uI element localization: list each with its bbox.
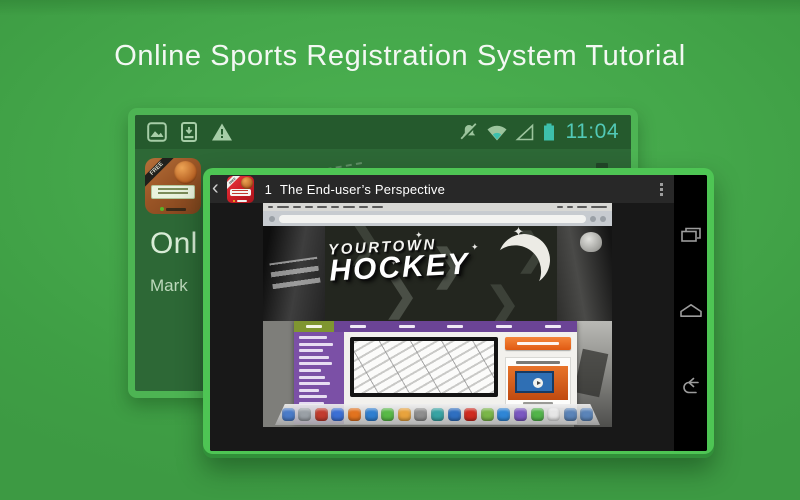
- icon-brand-row: [145, 207, 201, 211]
- video-ad-box: [505, 357, 571, 409]
- dock-app-icon: [497, 408, 511, 421]
- dock-app-icon: [364, 408, 378, 421]
- site-tab: [480, 321, 529, 332]
- dock-app-icon: [298, 408, 312, 421]
- icon-brand-row: [227, 199, 254, 202]
- dock-app-icon: [513, 408, 527, 421]
- signal-icon: [514, 123, 533, 141]
- back-caret-icon[interactable]: ‹: [212, 178, 219, 198]
- mac-menu-bar: [263, 203, 612, 211]
- ad-play-icon: [533, 378, 543, 388]
- dock-app-icon: [464, 408, 478, 421]
- site-tab-home: [294, 321, 334, 332]
- action-bar: ‹ FREE 1 The End-user’s Perspective: [210, 175, 674, 203]
- front-phone-frame: ‹ FREE 1 The End-user’s Perspective ❯ ❯ …: [203, 168, 714, 458]
- recents-button[interactable]: [680, 227, 702, 244]
- site-tab: [334, 321, 383, 332]
- website-banner: ❯ ❯ ❯ ❯ ❯ ✦ ✦ ✦ ✦ YOURTOWN HOCKEY: [263, 226, 612, 321]
- lesson-title: The End-user’s Perspective: [279, 181, 446, 197]
- page-title: Online Sports Registration System Tutori…: [114, 40, 686, 72]
- site-tab: [383, 321, 432, 332]
- warning-icon: [212, 123, 232, 141]
- dock-app-icon: [547, 408, 561, 421]
- site-tab: [431, 321, 480, 332]
- video-player-area: ❯ ❯ ❯ ❯ ❯ ✦ ✦ ✦ ✦ YOURTOWN HOCKEY: [210, 203, 674, 451]
- dock-app-icon: [563, 408, 577, 421]
- lesson-number: 1: [264, 181, 272, 197]
- app-icon: FREE: [226, 175, 254, 203]
- back-status-bar: 11:04: [135, 115, 631, 149]
- dock-app-icon: [480, 408, 494, 421]
- dock-app-icon: [381, 408, 395, 421]
- hockey-player-photo-right: [557, 226, 612, 321]
- dock-app-icon: [348, 408, 362, 421]
- dock-app-icon: [397, 408, 411, 421]
- status-clock: 11:04: [565, 120, 619, 143]
- site-nav-bar: [294, 321, 577, 332]
- dock-app-icon: [580, 408, 594, 421]
- dock-app-icon: [414, 408, 428, 421]
- basketball-icon: [240, 176, 253, 189]
- banner-pattern-chevron: ❯: [485, 279, 521, 322]
- app-store-listing-icon: FREE: [145, 158, 201, 214]
- wifi-icon: [487, 125, 506, 141]
- banner-star: ✦: [471, 242, 479, 252]
- basketball-icon: [174, 161, 197, 184]
- dock-app-icon: [331, 408, 345, 421]
- hockey-player-photo-left: [263, 226, 325, 321]
- home-button[interactable]: [679, 303, 703, 318]
- gallery-icon: [147, 122, 167, 142]
- dock-app-icon: [447, 408, 461, 421]
- android-nav-bar: [674, 175, 707, 451]
- dock-app-icon: [314, 408, 328, 421]
- roster-image-frame: [350, 337, 498, 397]
- back-button[interactable]: [680, 377, 702, 394]
- browser-toolbar: [263, 211, 612, 226]
- register-now-button: [505, 337, 571, 350]
- video-thumbnail[interactable]: ❯ ❯ ❯ ❯ ❯ ✦ ✦ ✦ ✦ YOURTOWN HOCKEY: [263, 203, 612, 427]
- dock-app-icon: [431, 408, 444, 421]
- dock-app-icon: [281, 408, 295, 421]
- roster-spreadsheet: [354, 341, 494, 393]
- icon-label-band: [229, 188, 251, 196]
- battery-icon: [543, 123, 554, 141]
- overflow-menu-icon[interactable]: [658, 179, 665, 200]
- dock-app-icon: [530, 408, 544, 421]
- site-tab: [528, 321, 577, 332]
- mac-dock: [275, 404, 600, 425]
- icon-label-band: [151, 185, 195, 199]
- mute-icon: [460, 123, 478, 141]
- promo-canvas: Online Sports Registration System Tutori…: [0, 0, 800, 500]
- front-phone-screen: ‹ FREE 1 The End-user’s Perspective ❯ ❯ …: [210, 175, 707, 451]
- address-bar: [279, 214, 586, 223]
- download-icon: [181, 122, 197, 142]
